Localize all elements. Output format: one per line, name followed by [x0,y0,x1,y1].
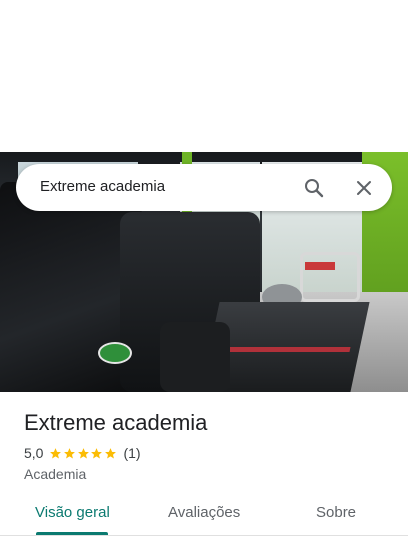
search-bar[interactable]: Extreme academia [16,164,392,211]
review-count[interactable]: (1) [123,445,140,461]
star-icon [77,447,89,458]
star-icon [91,447,103,458]
place-tabs: Visão geral Avaliações Sobre [0,494,408,544]
photo-exercise-bike [300,252,360,302]
star-icon [50,447,62,458]
rating-value: 5,0 [24,445,44,461]
photo-bike-seat [305,262,335,270]
photo-treadmill-handle [160,322,230,392]
place-title: Extreme academia [24,410,208,435]
tab-reviews[interactable]: Avaliações [168,504,240,521]
map-area-blank [0,0,408,152]
tab-about[interactable]: Sobre [316,504,356,521]
close-icon[interactable] [352,176,376,200]
star-icon [104,447,116,458]
tabs-divider [0,535,408,536]
search-icon[interactable] [302,176,326,200]
photo-brand-logo [98,342,132,364]
star-rating [49,447,117,460]
star-icon [64,447,75,458]
place-category[interactable]: Academia [24,466,86,482]
search-input[interactable]: Extreme academia [40,178,165,195]
rating-row[interactable]: 5,0 (1) [24,445,141,461]
tab-overview[interactable]: Visão geral [35,504,110,521]
photo-treadmill-stripe [214,347,351,352]
